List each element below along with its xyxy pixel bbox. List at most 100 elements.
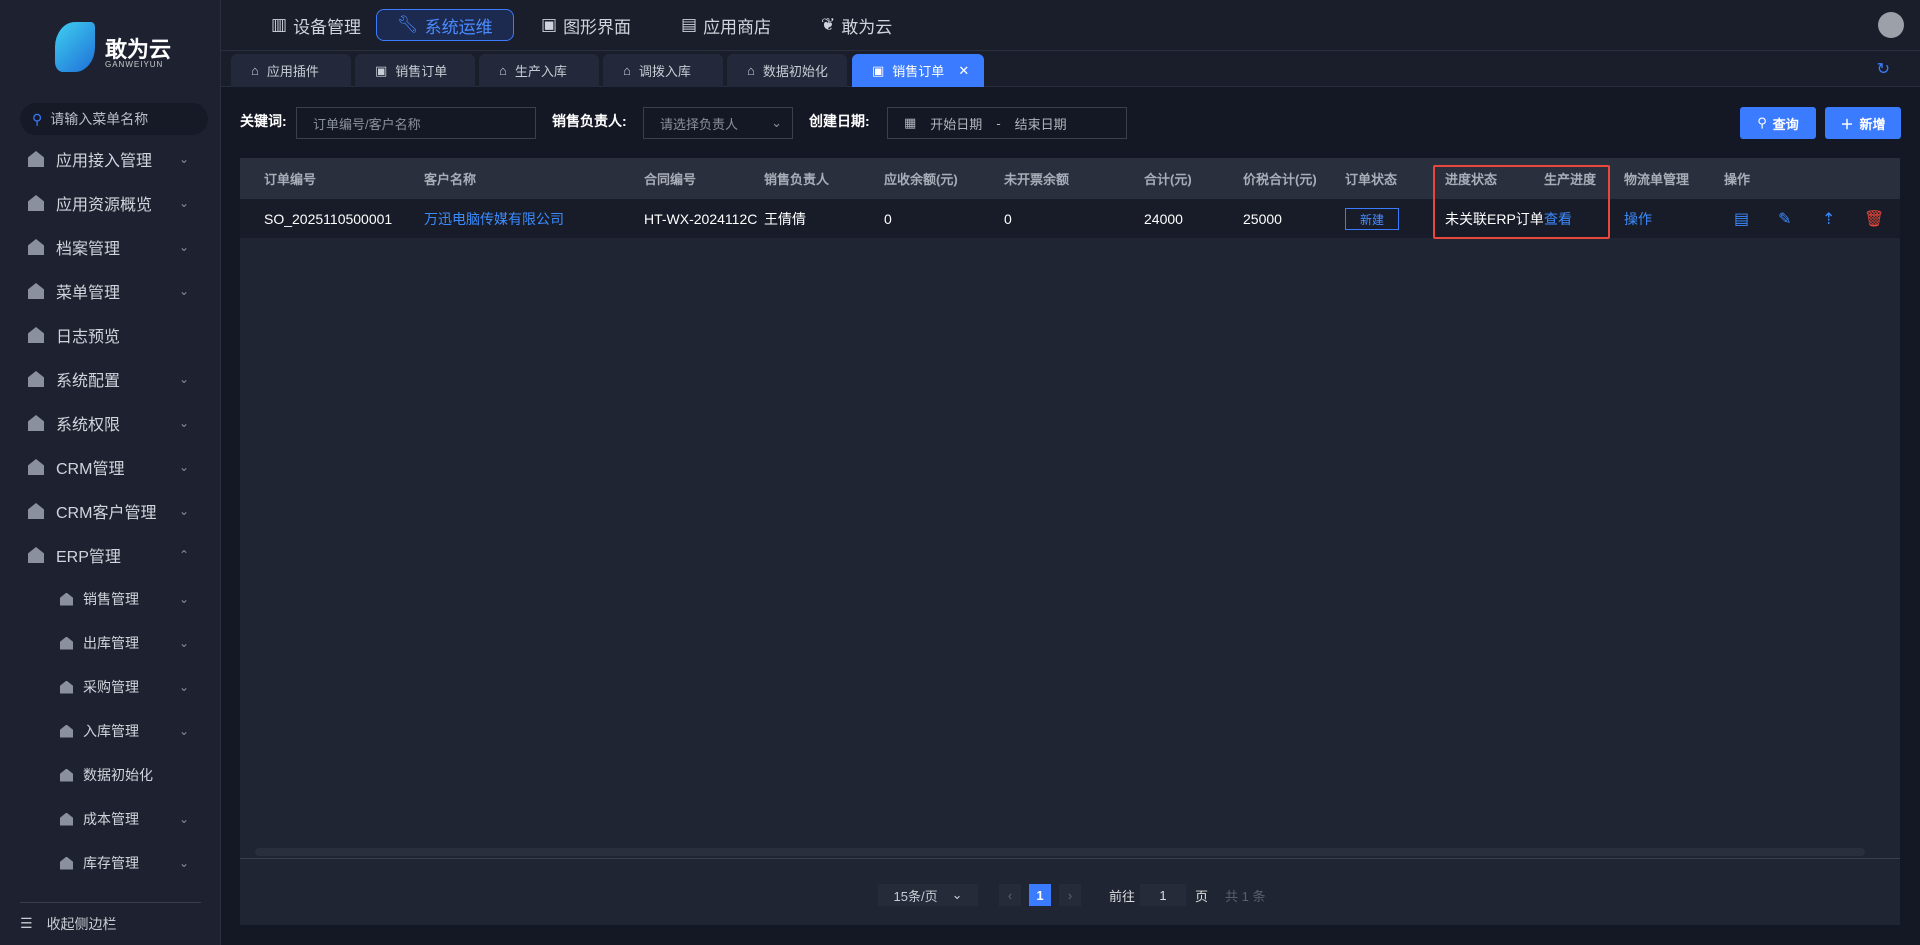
sidebar-subitem[interactable]: 库存管理 ⌄ (0, 841, 221, 885)
sidebar-subitem-label: 库存管理 (83, 855, 139, 871)
chevron-icon: ⌄ (178, 812, 189, 826)
delete-icon[interactable]: 🗑︎ (1864, 199, 1884, 238)
topnav-graphics[interactable]: ▣ 图形界面 (521, 9, 651, 41)
tab-production-inbound[interactable]: ⌂ 生产入库 (479, 54, 599, 87)
column-header: 操作 (1724, 172, 1751, 187)
warehouse-icon (60, 592, 73, 606)
page-suffix: 页 (1195, 888, 1209, 904)
chevron-icon: ⌄ (178, 196, 189, 210)
topnav-label: 应用商店 (703, 17, 772, 37)
column-header: 客户名称 (424, 172, 477, 187)
upload-icon[interactable]: ⇡ (1822, 199, 1835, 238)
topnav-app-store[interactable]: ▤ 应用商店 (661, 9, 791, 41)
sidebar-item[interactable]: 应用接入管理 ⌄ (0, 137, 221, 181)
sidebar-item[interactable]: 系统配置 ⌄ (0, 357, 221, 401)
date-range-picker[interactable]: ▦ 开始日期 - 结束日期 (887, 107, 1127, 139)
menu-icon (28, 547, 44, 563)
tab-data-init[interactable]: ⌂ 数据初始化 (727, 54, 847, 87)
warehouse-icon (60, 680, 73, 694)
tab-label: 数据初始化 (762, 64, 828, 79)
tab-app-plugins[interactable]: ⌂ 应用插件 (231, 54, 351, 87)
view-doc-icon[interactable]: ▤ (1734, 199, 1749, 238)
sidebar-item[interactable]: ERP管理 ⌃ (0, 533, 221, 577)
column-header: 销售负责人 (764, 172, 830, 187)
menu-icon (28, 371, 44, 387)
page-size-select[interactable]: 15条/页 ⌄ (878, 884, 978, 906)
sidebar-subitem[interactable]: 数据初始化 (0, 753, 221, 797)
edit-icon[interactable]: ✎ (1778, 199, 1791, 238)
sidebar-item[interactable]: 系统权限 ⌄ (0, 401, 221, 445)
column-header: 订单编号 (264, 172, 317, 187)
user-avatar[interactable] (1878, 12, 1904, 38)
column-header: 应收余额(元) (884, 172, 958, 187)
logistics-operate-link[interactable]: 操作 (1624, 199, 1652, 238)
tab-label: 销售订单 (395, 64, 448, 79)
sidebar-item[interactable]: CRM管理 ⌄ (0, 445, 221, 489)
start-date[interactable]: 开始日期 (930, 114, 982, 133)
sidebar: 敢为云 GANWEIYUN ⚲ 请输入菜单名称 应用接入管理 ⌄ 应用资源概览 ⌄ 档案管理… (0, 0, 221, 945)
sidebar-item[interactable]: 应用资源概览 ⌄ (0, 181, 221, 225)
topnav-label: 敢为云 (841, 17, 893, 37)
horizontal-scrollbar[interactable] (255, 848, 1865, 856)
tab-transfer-inbound[interactable]: ⌂ 调拨入库 (603, 54, 723, 87)
sidebar-subitem-label: 入库管理 (83, 723, 139, 739)
menu-search-placeholder: 请输入菜单名称 (50, 111, 149, 127)
query-button[interactable]: ⚲ 查询 (1740, 107, 1816, 139)
sidebar-item[interactable]: CRM客户管理 ⌄ (0, 489, 221, 533)
menu-icon (28, 415, 44, 431)
page-1-button[interactable]: 1 (1029, 884, 1051, 906)
sidebar-item-label: 应用接入管理 (56, 153, 153, 170)
topnav-device-management[interactable]: ▥ 设备管理 (251, 9, 381, 41)
chevron-icon: ⌄ (178, 240, 189, 254)
prev-page-button[interactable]: ‹ (999, 884, 1021, 906)
collapse-sidebar-button[interactable]: ☰ 收起侧边栏 (20, 902, 201, 944)
plus-icon: ＋ (1840, 116, 1854, 132)
sidebar-subitem-label: 采购管理 (83, 679, 139, 695)
keyword-input[interactable]: 订单编号/客户名称 (296, 107, 536, 139)
menu-icon (28, 459, 44, 475)
topnav-label: 设备管理 (293, 17, 362, 37)
tab-sales-order-active[interactable]: ▣ 销售订单 ✕ (852, 54, 984, 87)
sidebar-subitem-label: 出库管理 (83, 635, 139, 651)
collapse-label: 收起侧边栏 (46, 915, 117, 932)
total: 24000 (1144, 210, 1183, 227)
sidebar-item-label: CRM客户管理 (56, 505, 157, 522)
refresh-icon[interactable]: ↻ (1877, 59, 1890, 79)
chevron-icon: ⌃ (178, 548, 189, 562)
goto-page-input[interactable]: 1 (1140, 884, 1186, 906)
customer-link[interactable]: 万迅电脑传媒有限公司 (424, 199, 564, 238)
store-icon: ▤ (681, 15, 698, 34)
chevron-icon: ⌄ (178, 636, 189, 650)
sidebar-item[interactable]: 菜单管理 ⌄ (0, 269, 221, 313)
menu-icon (28, 239, 44, 255)
next-page-button[interactable]: › (1059, 884, 1081, 906)
menu-icon (28, 195, 44, 211)
status-badge: 新建 (1345, 208, 1400, 230)
end-date[interactable]: 结束日期 (1015, 114, 1067, 133)
owner-select[interactable]: 请选择负责人 ⌄ (643, 107, 793, 139)
menu-search-input[interactable]: ⚲ 请输入菜单名称 (20, 103, 208, 135)
page-size-label: 15条/页 (893, 888, 938, 904)
sidebar-item[interactable]: 档案管理 ⌄ (0, 225, 221, 269)
chevron-icon: ⌄ (178, 592, 189, 606)
chevron-icon: ⌄ (178, 680, 189, 694)
total-count: 共 1 条 (1225, 888, 1266, 904)
sidebar-subitem[interactable]: 销售管理 ⌄ (0, 577, 221, 621)
add-button[interactable]: ＋ 新增 (1825, 107, 1901, 139)
owner: 王倩倩 (764, 210, 806, 227)
receivable: 0 (884, 210, 892, 227)
topnav-ganweiyun[interactable]: ❦ 敢为云 (801, 9, 912, 41)
sidebar-item-label: 日志预览 (56, 329, 121, 346)
sidebar-subitem[interactable]: 入库管理 ⌄ (0, 709, 221, 753)
owner-placeholder: 请选择负责人 (660, 116, 739, 132)
sidebar-subitem[interactable]: 成本管理 ⌄ (0, 797, 221, 841)
sidebar-subitem[interactable]: 采购管理 ⌄ (0, 665, 221, 709)
sidebar-item-label: 系统配置 (56, 373, 121, 390)
menu-icon (28, 283, 44, 299)
tab-sales-order[interactable]: ▣ 销售订单 (355, 54, 475, 87)
topnav-system-ops[interactable]: 🔧︎ 系统运维 (376, 9, 514, 41)
close-tab-icon[interactable]: ✕ (958, 63, 969, 79)
sidebar-item[interactable]: 日志预览 (0, 313, 221, 357)
sidebar-subitem-label: 数据初始化 (83, 767, 153, 783)
sidebar-subitem[interactable]: 出库管理 ⌄ (0, 621, 221, 665)
